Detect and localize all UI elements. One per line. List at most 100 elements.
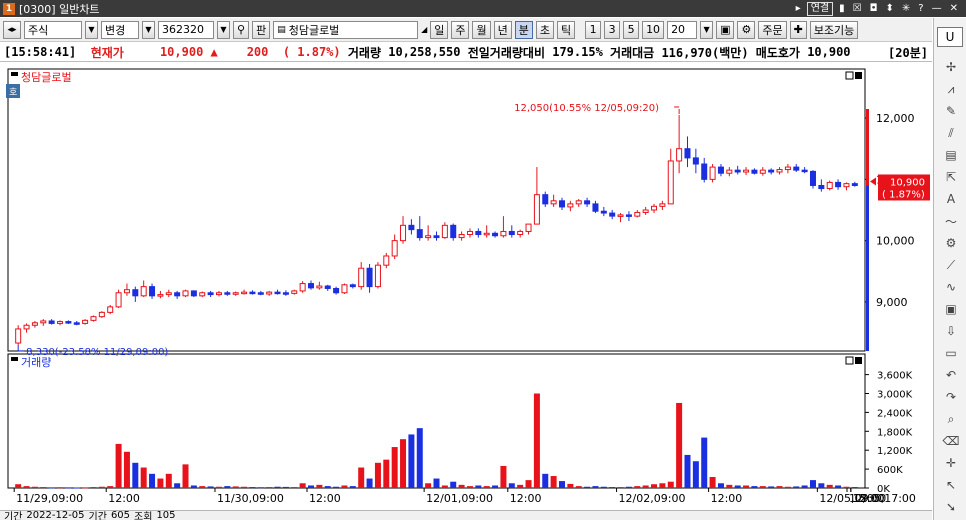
link-icon[interactable]: ▸ bbox=[794, 3, 803, 14]
candle-body bbox=[349, 284, 356, 288]
volume-bar bbox=[115, 443, 122, 488]
volume-pane-marker bbox=[11, 357, 18, 361]
save-button[interactable]: ▣ bbox=[716, 20, 735, 39]
pencil-icon[interactable]: ✎ bbox=[941, 102, 961, 120]
sidebar-u-button[interactable]: U bbox=[937, 27, 963, 47]
candle-body bbox=[31, 322, 38, 326]
volume-bar bbox=[692, 461, 699, 488]
hoga-icon-label: 호 bbox=[9, 87, 17, 98]
period-day-button[interactable]: 일 bbox=[430, 20, 449, 39]
volume-bar bbox=[709, 476, 716, 488]
cross-icon[interactable]: ✛ bbox=[941, 454, 961, 472]
volume-bar bbox=[207, 486, 214, 488]
split-icon[interactable]: ⬍ bbox=[884, 3, 896, 14]
chart-settings-button[interactable]: ⚙ bbox=[737, 20, 756, 39]
interval-3-button[interactable]: 3 bbox=[604, 20, 621, 39]
stock-chart[interactable]: 청담글로벌거래량호12,00011,00010,0009,0003,600K3,… bbox=[0, 63, 932, 510]
price-pane-frame bbox=[7, 68, 866, 352]
chart-icon[interactable]: ⩘ bbox=[941, 80, 961, 98]
chart-area[interactable]: 청담글로벌거래량호12,00011,00010,0009,0003,600K3,… bbox=[0, 63, 932, 520]
interval-1-button[interactable]: 1 bbox=[585, 20, 602, 39]
stock-code-dropdown-icon[interactable]: ▼ bbox=[217, 20, 230, 39]
arrow-icon[interactable]: ↖ bbox=[941, 476, 961, 494]
volume-bar bbox=[299, 483, 306, 488]
window-icon[interactable]: ▭ bbox=[941, 344, 961, 362]
change-select[interactable]: 변경 bbox=[101, 20, 139, 39]
period-year-button[interactable]: 년 bbox=[493, 20, 512, 39]
candle-body bbox=[190, 290, 197, 297]
volume-bar bbox=[316, 484, 323, 488]
volume-bar bbox=[149, 473, 156, 488]
period-minute-button[interactable]: 분 bbox=[514, 20, 533, 39]
minimize-icon[interactable]: — bbox=[930, 3, 944, 14]
close-icon[interactable]: ✕ bbox=[948, 3, 960, 14]
candle-body bbox=[73, 322, 80, 325]
line-icon[interactable]: ∿ bbox=[941, 278, 961, 296]
current-price-tag-value: 10,900 bbox=[890, 177, 925, 188]
panel-icon[interactable]: ▣ bbox=[941, 300, 961, 318]
auto-icon[interactable]: A bbox=[941, 190, 961, 208]
screenshot-icon[interactable]: ☒ bbox=[851, 3, 864, 14]
add-button[interactable]: ✚ bbox=[789, 20, 807, 39]
undo-icon[interactable]: ↶ bbox=[941, 366, 961, 384]
interval-dropdown-icon[interactable]: ▼ bbox=[700, 20, 714, 39]
volume-bar bbox=[609, 487, 616, 489]
market-type-select[interactable]: 주식 bbox=[24, 20, 82, 39]
period-month-button[interactable]: 월 bbox=[472, 20, 491, 39]
eraser-icon[interactable]: ⌫ bbox=[941, 432, 961, 450]
volume-bar bbox=[801, 485, 808, 488]
interval-value: 20 bbox=[671, 23, 686, 36]
x-tick-label: 12/01,09:00 bbox=[426, 492, 493, 505]
pin-icon[interactable]: ▮ bbox=[837, 3, 847, 14]
price-tick-label: 12,000 bbox=[876, 112, 915, 125]
order-button[interactable]: 주문 bbox=[758, 20, 787, 39]
current-price-label: 현재가 bbox=[90, 45, 124, 60]
stock-code-input[interactable]: 362320 bbox=[158, 20, 214, 39]
price-pane-title: 청담글로벌 bbox=[21, 71, 72, 84]
candle-body bbox=[82, 319, 89, 324]
market-type-dropdown-icon[interactable]: ▼ bbox=[85, 20, 98, 39]
settings-icon[interactable]: ⚙ bbox=[941, 234, 961, 252]
footer-span[interactable]: 605 bbox=[111, 511, 130, 520]
search-button[interactable]: ⚲ bbox=[233, 20, 250, 39]
volume-bar bbox=[784, 486, 791, 488]
stock-name-dropdown-icon[interactable]: ◢ bbox=[421, 21, 427, 39]
x-tick-label: 12/02,09:00 bbox=[619, 492, 686, 505]
candle-body bbox=[508, 230, 515, 236]
tool-icon[interactable]: ✢ bbox=[941, 58, 961, 76]
footer-date[interactable]: 2022-12-05 bbox=[26, 511, 84, 520]
plate-button[interactable]: 판 bbox=[252, 20, 271, 39]
link-button[interactable]: 연결 bbox=[806, 1, 834, 16]
ruler-icon[interactable]: ▤ bbox=[941, 146, 961, 164]
volume-bar bbox=[215, 486, 222, 488]
window-icon[interactable]: ◘ bbox=[868, 3, 880, 14]
trend-icon[interactable]: ⫽ bbox=[941, 124, 961, 142]
settings-icon[interactable]: ✳ bbox=[900, 3, 912, 14]
pointer-icon[interactable]: ➘ bbox=[941, 498, 961, 516]
interval-10-button[interactable]: 10 bbox=[642, 20, 665, 39]
interval-input[interactable]: 20 bbox=[667, 20, 698, 39]
redo-icon[interactable]: ↷ bbox=[941, 388, 961, 406]
export-icon[interactable]: ⇩ bbox=[941, 322, 961, 340]
change-dropdown-icon[interactable]: ▼ bbox=[142, 20, 155, 39]
wave-icon[interactable]: 〜 bbox=[941, 212, 961, 230]
help-icon[interactable]: ? bbox=[916, 3, 925, 14]
stock-name-field[interactable]: ▤ 청담글로벌 bbox=[273, 20, 419, 39]
measure-icon[interactable]: ⇱ bbox=[941, 168, 961, 186]
period-week-button[interactable]: 주 bbox=[451, 20, 470, 39]
interval-5-button[interactable]: 5 bbox=[623, 20, 640, 39]
candle-body bbox=[667, 160, 674, 205]
volume-tick-label: 2,400K bbox=[877, 408, 913, 419]
aux-function-button[interactable]: 보조기능 bbox=[809, 20, 859, 39]
candle-body bbox=[40, 320, 47, 324]
candle-body bbox=[165, 292, 172, 296]
magnifier-icon[interactable]: ⌕ bbox=[941, 410, 961, 428]
period-tick-button[interactable]: 틱 bbox=[556, 20, 576, 39]
volume-bar bbox=[584, 486, 591, 488]
candle-body bbox=[215, 292, 222, 296]
volume-bar bbox=[383, 459, 390, 488]
zoom-icon[interactable]: ⟋ bbox=[941, 256, 961, 274]
period-second-button[interactable]: 초 bbox=[535, 20, 554, 39]
swap-arrows-button[interactable]: ◂▸ bbox=[3, 20, 21, 39]
footer-zoom[interactable]: 105 bbox=[156, 511, 175, 520]
